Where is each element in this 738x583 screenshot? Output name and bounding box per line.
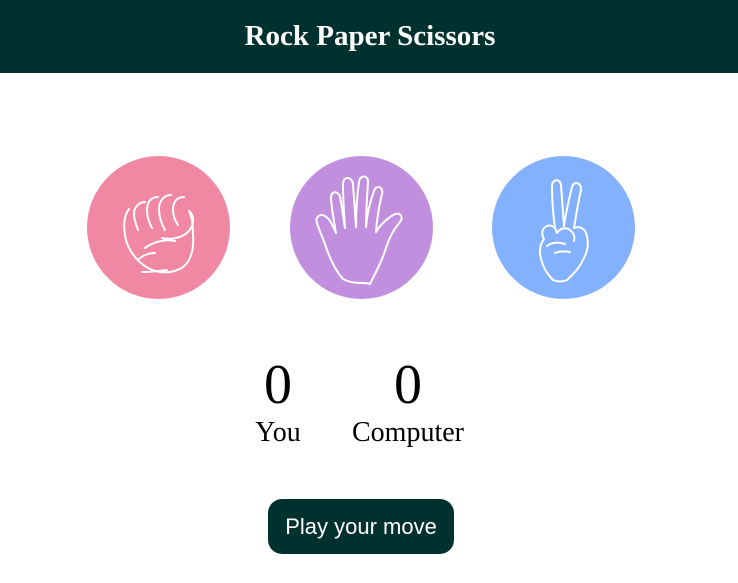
computer-score-label: Computer (352, 417, 464, 448)
player-score: 0 You (238, 355, 318, 448)
open-hand-icon (315, 175, 403, 285)
rps-page: Rock Paper Scissors 0 You 0 Computer Pla… (0, 0, 738, 583)
scissors-choice-button[interactable] (492, 156, 635, 299)
peace-hand-icon (539, 179, 589, 283)
computer-score-value: 0 (394, 354, 422, 416)
play-move-button[interactable]: Play your move (268, 499, 454, 554)
player-score-value: 0 (264, 354, 292, 416)
rock-choice-button[interactable] (87, 156, 230, 299)
computer-score: 0 Computer (338, 355, 478, 448)
choice-area (0, 0, 738, 583)
player-score-label: You (255, 417, 301, 448)
paper-choice-button[interactable] (290, 156, 433, 299)
fist-icon (123, 194, 195, 274)
